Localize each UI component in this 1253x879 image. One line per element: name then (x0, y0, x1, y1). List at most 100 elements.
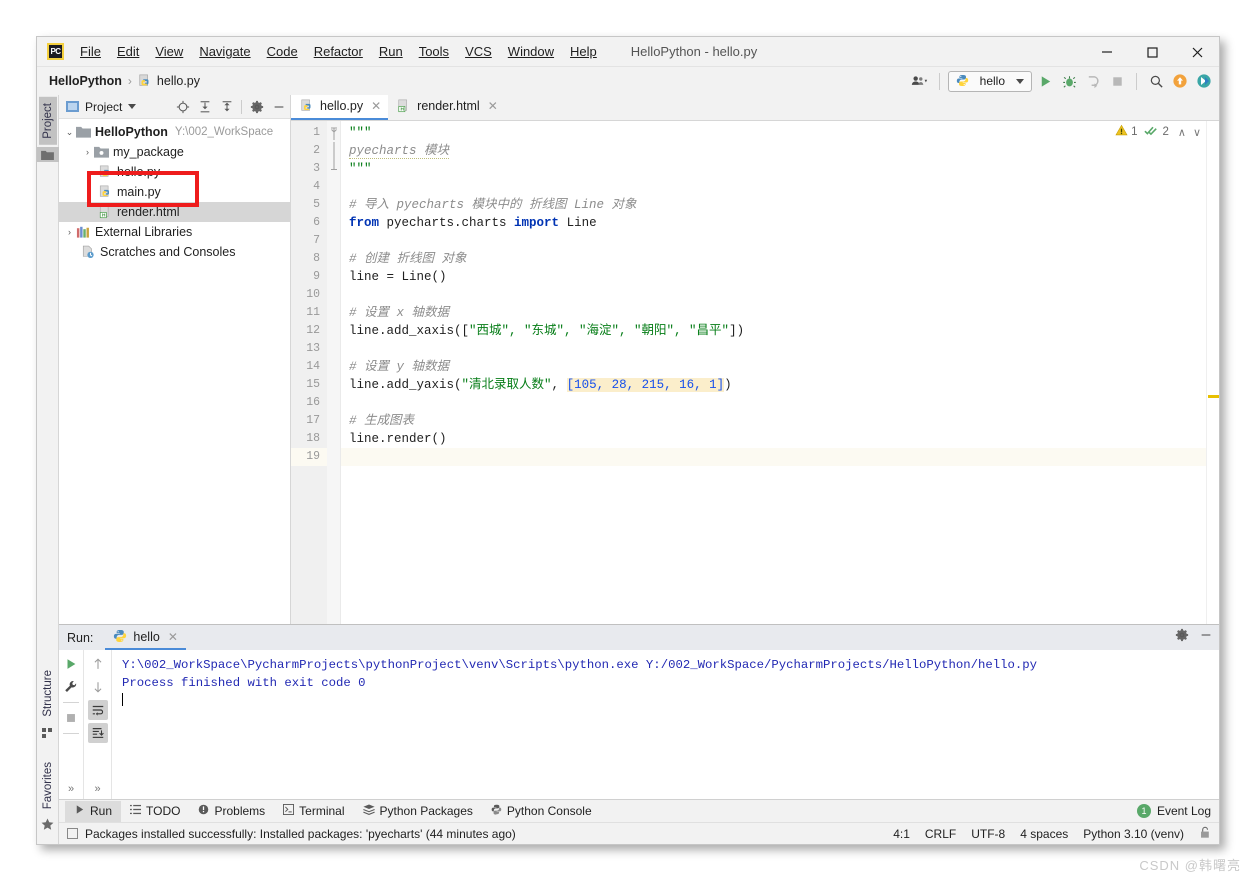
code-token-yaxis-comma: , (552, 378, 567, 392)
fold-marker-close[interactable] (327, 160, 340, 178)
code-line-6: from pyecharts.charts import Line (341, 214, 1206, 232)
lock-icon[interactable] (1199, 826, 1211, 842)
person-icon[interactable] (909, 70, 931, 92)
code-content[interactable]: """ pyecharts 模块 """ # 导入 pyecharts 模块中的… (341, 121, 1206, 624)
tool-window-todo[interactable]: TODO (121, 801, 189, 822)
python-interpreter[interactable]: Python 3.10 (venv) (1083, 827, 1184, 841)
down-arrow-icon[interactable] (88, 677, 108, 697)
prev-problem-chevron-up-icon[interactable]: ∧ (1176, 126, 1188, 139)
run-console-output[interactable]: Y:\002_WorkSpace\PycharmProjects\pythonP… (111, 650, 1219, 799)
tree-item-main-py[interactable]: main.py (59, 182, 290, 202)
close-icon[interactable]: ✕ (168, 630, 178, 644)
gear-icon[interactable] (1175, 628, 1189, 647)
menu-code[interactable]: Code (259, 42, 306, 61)
more-actions-expander-1[interactable]: » (68, 783, 74, 799)
settings-gear-icon[interactable] (247, 97, 266, 116)
sidebar-tab-project[interactable]: Project (39, 97, 57, 145)
tree-item-scratches-and-consoles[interactable]: Scratches and Consoles (59, 242, 290, 262)
line-separator[interactable]: CRLF (925, 827, 956, 841)
navigation-bar: HelloPython › hello.py (37, 67, 1219, 95)
divider (63, 702, 79, 703)
chevron-down-icon[interactable]: ⌄ (63, 127, 76, 138)
menu-view[interactable]: View (147, 42, 191, 61)
stop-icon[interactable] (61, 708, 81, 728)
menu-edit[interactable]: Edit (109, 42, 147, 61)
scroll-to-end-icon[interactable] (88, 723, 108, 743)
debug-button[interactable] (1058, 70, 1080, 92)
menu-navigate[interactable]: Navigate (191, 42, 258, 61)
sidebar-tab-favorites-label: Favorites (42, 762, 54, 809)
more-actions-expander-2[interactable]: » (94, 783, 100, 799)
tool-window-problems[interactable]: Problems (189, 801, 274, 822)
fold-marker-open[interactable] (327, 124, 340, 142)
editor-tab-render-html[interactable]: H render.html ✕ (388, 94, 505, 120)
wrench-icon[interactable] (61, 677, 81, 697)
up-arrow-icon[interactable] (88, 654, 108, 674)
editor-tab-hello-py[interactable]: hello.py ✕ (291, 94, 388, 120)
run-configuration-selector[interactable]: hello (948, 71, 1032, 92)
run-tab-hello[interactable]: hello ✕ (105, 625, 185, 650)
indent-setting[interactable]: 4 spaces (1020, 827, 1068, 841)
code-folding-gutter[interactable] (327, 121, 341, 624)
update-icon[interactable] (1169, 70, 1191, 92)
caret-position[interactable]: 4:1 (893, 827, 910, 841)
run-button[interactable] (1034, 70, 1056, 92)
expand-all-icon[interactable] (195, 97, 214, 116)
rerun-icon[interactable] (61, 654, 81, 674)
error-stripe-marker-bar[interactable] (1206, 121, 1219, 624)
file-encoding[interactable]: UTF-8 (971, 827, 1005, 841)
menu-vcs[interactable]: VCS (457, 42, 500, 61)
tree-item-render-html[interactable]: H render.html (59, 202, 290, 222)
tool-window-python-packages[interactable]: Python Packages (354, 801, 482, 822)
close-icon[interactable]: ✕ (371, 99, 381, 113)
event-log-area[interactable]: 1 Event Log (1137, 804, 1211, 818)
coverage-button[interactable] (1082, 70, 1104, 92)
project-panel-title: Project (85, 100, 122, 114)
minimize-icon[interactable] (1199, 628, 1213, 647)
minimize-button[interactable] (1084, 37, 1129, 67)
project-panel-toolbar (173, 97, 288, 116)
breadcrumb-project[interactable]: HelloPython (49, 74, 122, 88)
menu-tools[interactable]: Tools (411, 42, 457, 61)
chevron-right-icon[interactable]: › (81, 147, 94, 157)
tool-window-terminal-label: Terminal (299, 804, 344, 818)
breadcrumb-file[interactable]: hello.py (138, 74, 200, 88)
close-icon[interactable]: ✕ (488, 99, 498, 113)
code-line-8: # 创建 折线图 对象 (341, 250, 1206, 268)
menu-help[interactable]: Help (562, 42, 605, 61)
next-problem-chevron-down-icon[interactable]: ∨ (1191, 126, 1203, 139)
sidebar-tab-favorites[interactable]: Favorites (39, 756, 57, 815)
close-button[interactable] (1174, 37, 1219, 67)
tree-item-hellopython[interactable]: ⌄ HelloPython Y:\002_WorkSpace (59, 122, 290, 142)
editor-text-area[interactable]: 1 2 ∧ ∨ 1 2 (291, 121, 1219, 624)
chevron-right-icon[interactable]: › (63, 227, 76, 237)
collapse-all-icon[interactable] (217, 97, 236, 116)
maximize-button[interactable] (1129, 37, 1174, 67)
stop-button[interactable] (1106, 70, 1128, 92)
warning-stripe-mark[interactable] (1208, 395, 1219, 398)
menu-file[interactable]: File (72, 42, 109, 61)
soft-wrap-icon[interactable] (88, 700, 108, 720)
play-forward-icon[interactable] (1193, 70, 1215, 92)
search-icon[interactable] (1145, 70, 1167, 92)
code-token-import: import (514, 216, 559, 230)
code-line-13 (341, 340, 1206, 358)
sidebar-tab-project-label: Project (42, 103, 54, 139)
menu-window[interactable]: Window (500, 42, 562, 61)
hide-icon[interactable] (269, 97, 288, 116)
tree-item-hello-py[interactable]: hello.py (59, 162, 290, 182)
status-bar-right: 4:1 CRLF UTF-8 4 spaces Python 3.10 (ven… (893, 826, 1211, 842)
menu-refactor[interactable]: Refactor (306, 42, 371, 61)
tool-window-python-console[interactable]: Python Console (482, 801, 601, 822)
locate-icon[interactable] (173, 97, 192, 116)
menu-run[interactable]: Run (371, 42, 411, 61)
status-indicator-icon[interactable] (67, 828, 78, 839)
tree-item-my-package[interactable]: › my_package (59, 142, 290, 162)
tree-item-external-libraries[interactable]: › External Libraries (59, 222, 290, 242)
project-view-chevron-down-icon[interactable] (128, 104, 136, 109)
tool-window-run[interactable]: Run (65, 801, 121, 822)
run-actions-column-1: » (59, 650, 83, 799)
sidebar-tab-structure[interactable]: Structure (39, 664, 57, 723)
code-token-class-line: Line (559, 216, 597, 230)
tool-window-terminal[interactable]: Terminal (274, 801, 353, 822)
